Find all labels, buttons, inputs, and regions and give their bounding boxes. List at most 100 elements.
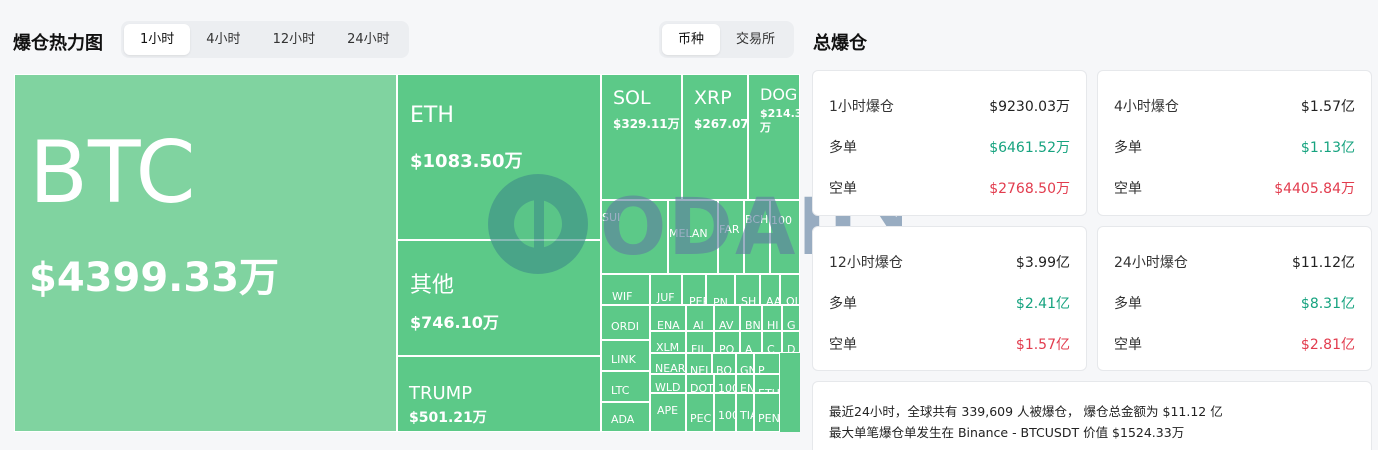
card-4h-long-label: 多单 bbox=[1114, 140, 1142, 156]
treemap-tile[interactable]: BN bbox=[740, 305, 762, 331]
treemap-tile[interactable]: NEI bbox=[686, 353, 712, 374]
treemap-tile[interactable]: AV bbox=[714, 305, 740, 331]
treemap-tile[interactable]: A bbox=[740, 331, 762, 353]
treemap-tile[interactable]: SUI bbox=[601, 200, 668, 274]
treemap-tile[interactable]: SH bbox=[735, 274, 760, 305]
treemap-tile[interactable]: ETH $1083.50万 bbox=[397, 74, 601, 240]
treemap-tile[interactable]: OI bbox=[780, 274, 800, 305]
heatmap-title: 爆仓热力图 bbox=[13, 33, 103, 54]
tab-1h[interactable]: 1小时 bbox=[124, 24, 191, 55]
tile-symbol: NEI bbox=[690, 364, 709, 374]
tile-symbol: TRUMP bbox=[409, 383, 473, 404]
treemap-tile[interactable]: BO bbox=[712, 353, 736, 374]
treemap-tile[interactable]: ENA bbox=[650, 305, 686, 331]
tile-symbol: 其他 bbox=[410, 273, 455, 298]
tile-symbol: ETH bbox=[410, 103, 454, 128]
treemap-tile[interactable]: PN bbox=[706, 274, 735, 305]
card-24h-period: 24小时爆仓 bbox=[1114, 255, 1188, 271]
tile-symbol: PO bbox=[719, 343, 735, 353]
treemap-tile[interactable]: FAR bbox=[718, 200, 744, 274]
tile-symbol: LTC bbox=[611, 384, 630, 397]
treemap-tile[interactable]: WIF bbox=[601, 274, 650, 305]
treemap-tile[interactable]: PEC bbox=[686, 393, 714, 432]
tile-symbol: FAR bbox=[719, 223, 740, 236]
tile-symbol: BO bbox=[716, 364, 733, 374]
treemap-tile[interactable]: DOT bbox=[686, 374, 714, 393]
treemap-tile[interactable]: PEN bbox=[754, 393, 780, 432]
card-4h: 4小时爆仓 $1.57亿 多单 $1.13亿 空单 $4405.84万 bbox=[1097, 70, 1372, 216]
tile-symbol: 100 bbox=[718, 409, 735, 422]
tile-symbol: PN bbox=[713, 296, 728, 305]
tab-24h[interactable]: 24小时 bbox=[331, 24, 406, 55]
treemap-tile[interactable]: 其他 $746.10万 bbox=[397, 240, 601, 356]
treemap-tile[interactable]: PER bbox=[682, 274, 706, 305]
treemap-tile[interactable]: JUF bbox=[650, 274, 682, 305]
card-12h-period: 12小时爆仓 bbox=[829, 255, 903, 271]
treemap-tile[interactable]: LINK bbox=[601, 340, 650, 371]
tile-symbol: ADA bbox=[611, 413, 635, 426]
card-1h: 1小时爆仓 $9230.03万 多单 $6461.52万 空单 $2768.50万 bbox=[812, 70, 1087, 216]
tile-symbol: AA bbox=[766, 295, 780, 305]
card-24h-long-value: $8.31亿 bbox=[1300, 296, 1355, 312]
treemap-tile[interactable]: C bbox=[762, 331, 782, 353]
treemap-tile[interactable]: APE bbox=[650, 393, 686, 432]
tile-value: $4399.33万 bbox=[29, 255, 280, 301]
tab-4h[interactable]: 4小时 bbox=[190, 24, 256, 55]
treemap-tile[interactable]: P bbox=[754, 353, 780, 374]
tab-12h[interactable]: 12小时 bbox=[257, 24, 332, 55]
tile-value: $501.21万 bbox=[409, 410, 487, 426]
tile-symbol: DOT bbox=[690, 382, 714, 393]
treemap-tile[interactable]: ADA bbox=[601, 402, 650, 432]
treemap-tile[interactable]: DOG $214.38万 bbox=[748, 74, 800, 200]
tab-coin[interactable]: 币种 bbox=[662, 24, 721, 55]
tile-symbol: BCH bbox=[745, 213, 769, 226]
tile-symbol: SUI bbox=[602, 211, 621, 224]
treemap-tile[interactable]: D bbox=[782, 331, 800, 353]
tile-symbol: HI bbox=[767, 319, 779, 331]
treemap-tile[interactable]: HI bbox=[762, 305, 782, 331]
card-4h-total: $1.57亿 bbox=[1300, 99, 1355, 115]
tile-value: $267.07万 bbox=[694, 117, 748, 131]
treemap-tile[interactable]: XLM bbox=[650, 331, 686, 353]
treemap-tile[interactable]: TIA bbox=[736, 393, 754, 432]
treemap-tile[interactable]: G bbox=[782, 305, 800, 331]
treemap-tile[interactable]: 100 bbox=[714, 374, 736, 393]
treemap-tile[interactable]: 100 bbox=[770, 200, 800, 274]
liquidation-summary-note: 最近24小时，全球共有 339,609 人被爆仓， 爆仓总金额为 $11.12 … bbox=[812, 381, 1372, 450]
treemap-tile[interactable]: GN bbox=[736, 353, 754, 374]
treemap-tile[interactable]: AA bbox=[760, 274, 780, 305]
card-1h-period: 1小时爆仓 bbox=[829, 99, 894, 115]
treemap-tile[interactable]: BCH bbox=[744, 200, 770, 274]
treemap-tile[interactable]: ORDI bbox=[601, 305, 650, 340]
tile-symbol: AI bbox=[693, 319, 704, 331]
treemap-tile[interactable]: PO bbox=[714, 331, 740, 353]
treemap-tile[interactable]: SOL $329.11万 bbox=[601, 74, 682, 200]
tile-value: $214.38万 bbox=[760, 107, 799, 135]
tab-exchange[interactable]: 交易所 bbox=[720, 24, 791, 55]
card-24h-total: $11.12亿 bbox=[1292, 255, 1355, 271]
card-4h-long-value: $1.13亿 bbox=[1300, 140, 1355, 156]
card-24h-short-value: $2.81亿 bbox=[1300, 337, 1355, 353]
card-12h-short-value: $1.57亿 bbox=[1015, 337, 1070, 353]
card-1h-long-label: 多单 bbox=[829, 140, 857, 156]
treemap-tile[interactable]: BTC $4399.33万 bbox=[14, 74, 397, 432]
card-12h-short-label: 空单 bbox=[829, 337, 857, 353]
treemap-tile[interactable]: ETH bbox=[754, 374, 780, 393]
treemap-tile[interactable]: WLD bbox=[650, 374, 686, 393]
treemap-tile[interactable]: 100 bbox=[714, 393, 736, 432]
card-12h-long-value: $2.41亿 bbox=[1015, 296, 1070, 312]
card-1h-total: $9230.03万 bbox=[989, 99, 1070, 115]
treemap-tile[interactable]: TRUMP $501.21万 bbox=[397, 356, 601, 432]
treemap-tile[interactable]: NEAR bbox=[650, 353, 686, 374]
treemap-tile[interactable]: LTC bbox=[601, 371, 650, 402]
treemap-tile[interactable]: AI bbox=[686, 305, 714, 331]
treemap-tile[interactable]: FIL bbox=[686, 331, 714, 353]
tile-symbol: ENA bbox=[657, 319, 680, 331]
treemap-tile[interactable]: EN bbox=[736, 374, 754, 393]
liquidation-treemap: BTC $4399.33万 ETH $1083.50万 其他 $746.10万 TRUMP $… bbox=[14, 74, 800, 432]
card-24h-short-label: 空单 bbox=[1114, 337, 1142, 353]
treemap-tile[interactable]: MELAN bbox=[668, 200, 718, 274]
tile-symbol: D bbox=[787, 343, 796, 353]
treemap-tile[interactable]: XRP $267.07万 bbox=[682, 74, 748, 200]
card-4h-short-label: 空单 bbox=[1114, 181, 1142, 197]
